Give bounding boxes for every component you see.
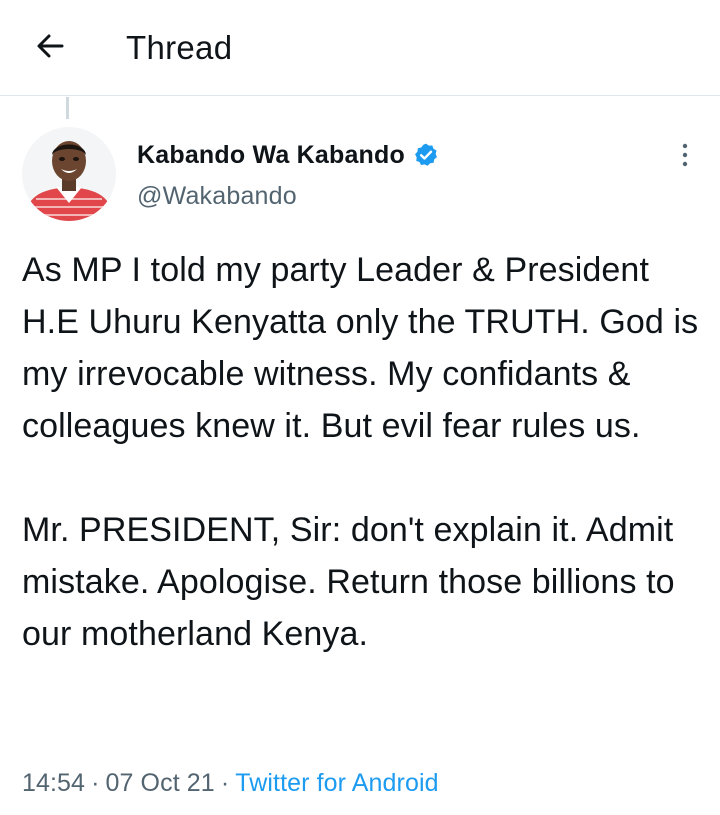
separator-dot: · xyxy=(220,769,230,797)
separator-dot: · xyxy=(91,769,100,797)
back-button[interactable] xyxy=(28,26,72,70)
author-info: Kabando Wa Kabando xyxy=(137,139,439,171)
avatar[interactable] xyxy=(22,127,116,221)
verified-badge-icon xyxy=(413,142,439,168)
tweet-text: As MP I told my party Leader & President… xyxy=(22,244,702,660)
arrow-left-icon xyxy=(34,30,66,67)
tweet-paragraph: Mr. PRESIDENT, Sir: don't explain it. Ad… xyxy=(22,511,675,653)
page-title: Thread xyxy=(126,29,233,66)
author-name[interactable]: Kabando Wa Kabando xyxy=(137,141,405,170)
avatar-image xyxy=(22,127,116,221)
tweet-time[interactable]: 14:54 xyxy=(22,769,85,797)
more-vertical-icon xyxy=(681,142,689,173)
top-bar: Thread xyxy=(0,0,720,96)
more-options-button[interactable] xyxy=(668,140,702,174)
author-handle[interactable]: @Wakabando xyxy=(137,182,297,211)
tweet-metadata: 14:54 · 07 Oct 21 · Twitter for Android xyxy=(22,766,439,800)
tweet-paragraph: As MP I told my party Leader & President… xyxy=(22,251,699,445)
thread-connector-line xyxy=(66,97,69,119)
tweet-date[interactable]: 07 Oct 21 xyxy=(106,769,215,797)
tweet-source-link[interactable]: Twitter for Android xyxy=(235,769,438,797)
